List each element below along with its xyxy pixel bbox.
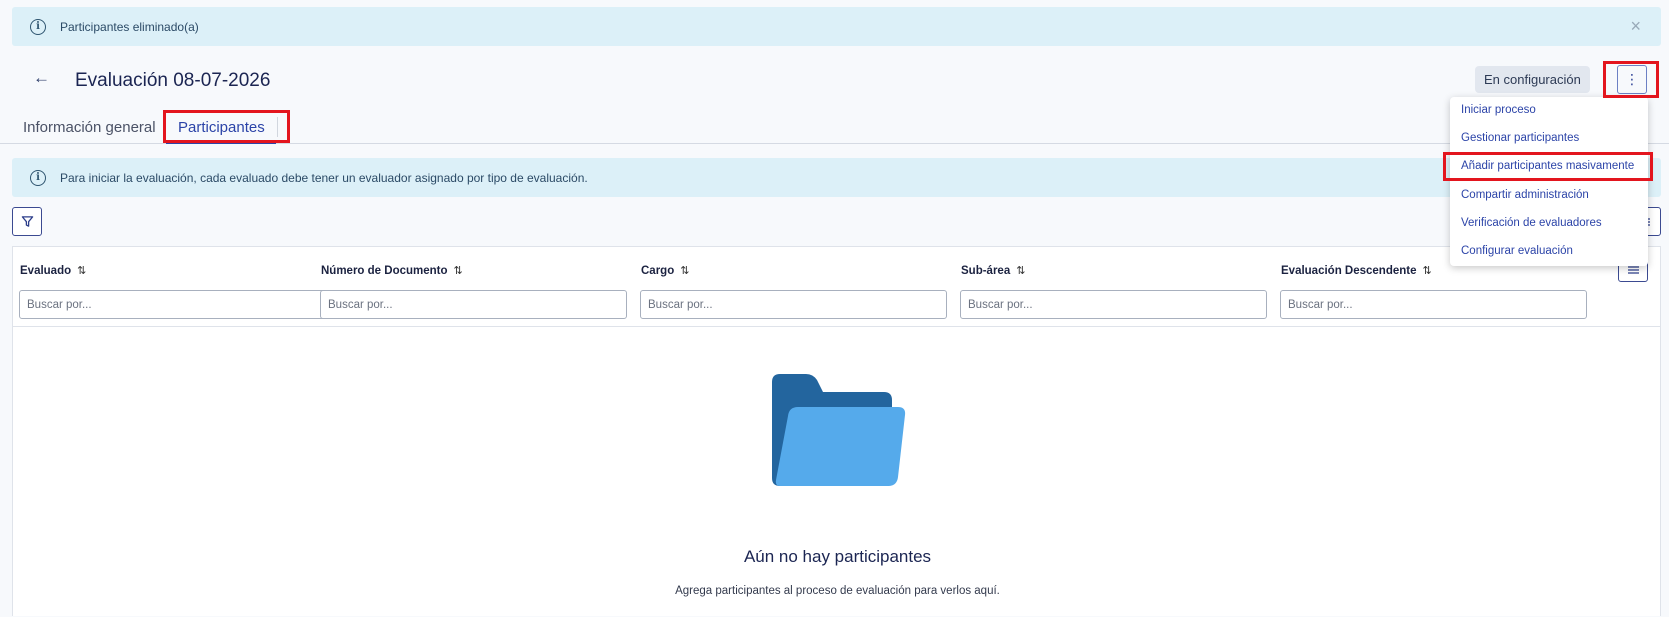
- empty-state-subtitle: Agrega participantes al proceso de evalu…: [675, 585, 1000, 597]
- column-label: Sub-área: [961, 265, 1011, 277]
- search-cargo-input[interactable]: [640, 290, 947, 319]
- back-arrow-icon[interactable]: ←: [33, 68, 50, 88]
- search-sub-area-input[interactable]: [960, 290, 1267, 319]
- page-header: ← Evaluación 08-07-2026 En configuración…: [0, 62, 1669, 102]
- info-banner: i Para iniciar la evaluación, cada evalu…: [12, 158, 1661, 197]
- search-documento-input[interactable]: [320, 290, 627, 319]
- columns-settings-icon: [1627, 266, 1639, 274]
- menu-item-compartir-administracion[interactable]: Compartir administración: [1461, 189, 1589, 201]
- tab-bar: Información general Participantes: [0, 110, 1669, 144]
- more-vertical-icon: ⋮: [1625, 71, 1639, 87]
- column-title[interactable]: Evaluado ⇅: [20, 264, 86, 277]
- info-icon: i: [30, 169, 46, 186]
- sort-icon[interactable]: ⇅: [454, 264, 463, 277]
- toast-notification: i Participantes eliminado(a) ×: [12, 7, 1661, 46]
- page-title: Evaluación 08-07-2026: [75, 70, 271, 91]
- search-evaluacion-input[interactable]: [1280, 290, 1587, 319]
- tab-informacion-general[interactable]: Información general: [23, 119, 156, 136]
- close-icon[interactable]: ×: [1630, 16, 1641, 37]
- menu-item-anadir-participantes-masivamente[interactable]: Añadir participantes masivamente: [1461, 160, 1634, 172]
- sort-icon[interactable]: ⇅: [77, 264, 86, 277]
- folder-icon: [772, 374, 906, 486]
- column-label: Número de Documento: [321, 265, 448, 277]
- search-evaluado-input[interactable]: [19, 290, 326, 319]
- tab-divider: [277, 117, 278, 137]
- filter-icon: [21, 216, 33, 227]
- active-tab-indicator: [166, 142, 276, 144]
- menu-item-verificacion-evaluadores[interactable]: Verificación de evaluadores: [1461, 217, 1602, 229]
- sort-icon[interactable]: ⇅: [1016, 264, 1025, 277]
- column-title[interactable]: Evaluación Descendente ⇅: [1281, 264, 1432, 277]
- menu-item-iniciar-proceso[interactable]: Iniciar proceso: [1461, 104, 1536, 116]
- options-menu: Iniciar proceso Gestionar participantes …: [1450, 97, 1648, 266]
- column-label: Cargo: [641, 265, 675, 277]
- column-title[interactable]: Número de Documento ⇅: [321, 264, 463, 277]
- sort-icon[interactable]: ⇅: [680, 264, 689, 277]
- tab-participantes[interactable]: Participantes: [178, 119, 265, 136]
- menu-item-configurar-evaluacion[interactable]: Configurar evaluación: [1461, 245, 1573, 257]
- info-banner-message: Para iniciar la evaluación, cada evaluad…: [60, 170, 588, 185]
- empty-state: Aún no hay participantes Agrega particip…: [13, 327, 1660, 617]
- empty-state-title: Aún no hay participantes: [743, 547, 932, 566]
- column-title[interactable]: Sub-área ⇅: [961, 264, 1025, 277]
- column-label: Evaluación Descendente: [1281, 265, 1417, 277]
- participants-table: Evaluado ⇅ Número de Documento ⇅ Cargo ⇅ Su…: [12, 246, 1661, 616]
- status-badge: En configuración: [1475, 66, 1590, 93]
- filter-button[interactable]: [12, 207, 42, 236]
- sort-icon[interactable]: ⇅: [1423, 264, 1432, 277]
- more-options-button[interactable]: ⋮: [1617, 65, 1647, 94]
- column-title[interactable]: Cargo ⇅: [641, 264, 689, 277]
- menu-item-gestionar-participantes[interactable]: Gestionar participantes: [1461, 132, 1579, 144]
- column-label: Evaluado: [20, 265, 72, 277]
- table-header: Evaluado ⇅ Número de Documento ⇅ Cargo ⇅ Su…: [13, 247, 1660, 327]
- toast-message: Participantes eliminado(a): [60, 19, 199, 34]
- info-icon: i: [30, 18, 46, 35]
